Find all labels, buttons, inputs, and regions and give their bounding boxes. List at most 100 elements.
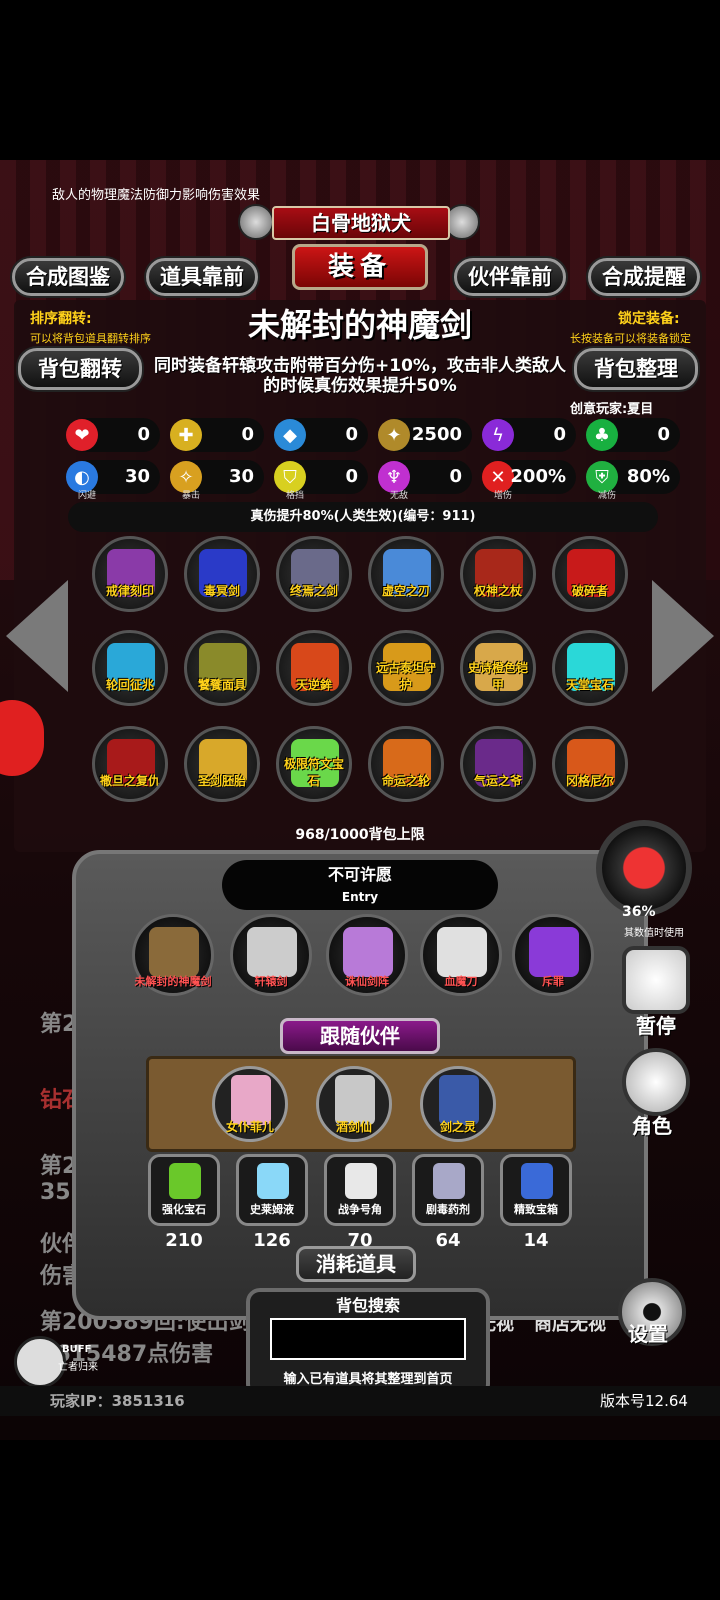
- buff-label: BUFF: [62, 1344, 92, 1355]
- skull-ornament-icon: [238, 204, 274, 240]
- bag-item-slot[interactable]: 气运之爷: [460, 726, 536, 802]
- item-label: 命运之轮: [381, 774, 430, 788]
- bag-item-slot[interactable]: 天逆鉾: [276, 630, 352, 706]
- bag-item-slot[interactable]: 命运之轮: [368, 726, 444, 802]
- partner-slot[interactable]: 剑之灵: [420, 1066, 496, 1142]
- equipped-label: 未解封的神魔剑: [134, 975, 212, 988]
- clover-icon: ♣: [586, 419, 618, 451]
- heart-icon: ❤: [66, 419, 98, 451]
- partners-first-button[interactable]: 伙伴靠前: [454, 258, 566, 296]
- partner-label: 女仆菲儿: [225, 1120, 274, 1134]
- hint-text: 敌人的物理魔法防御力影响伤害效果: [52, 188, 261, 203]
- bag-flip-button[interactable]: 背包翻转: [18, 348, 142, 390]
- stat-value: 30: [228, 466, 254, 487]
- consumable-art-icon: [169, 1163, 201, 1199]
- equip-title-badge: 装备: [292, 244, 428, 290]
- consumable-slot[interactable]: 精致宝箱: [500, 1154, 572, 1226]
- close-button[interactable]: [596, 820, 692, 916]
- role-label[interactable]: 角色: [632, 1110, 672, 1139]
- stat-dodge: ◐ 30 闪避: [66, 460, 160, 501]
- wish-subtitle: Entry: [341, 890, 379, 904]
- consumable-art-icon: [433, 1163, 465, 1199]
- bag-item-slot[interactable]: 极限符文宝石: [276, 726, 352, 802]
- bag-item-slot[interactable]: 终焉之剑: [276, 536, 352, 612]
- lock-equip-subtitle: 长按装备可以将装备锁定: [570, 332, 691, 345]
- item-description: 同时装备轩辕攻击附带百分伤+10%，攻击非人类敌人的时候真伤效果提升50%: [154, 356, 566, 396]
- stat-value: 0: [657, 424, 670, 445]
- item-label: 极限符文宝石: [283, 757, 344, 788]
- bag-search-input[interactable]: [270, 1318, 466, 1360]
- equipped-item-slot[interactable]: 血魔刀: [420, 914, 502, 996]
- equipped-label: 斥罪: [542, 975, 564, 988]
- game-screen: 第2 钻石 第20 352 伙伴 伤害 第200589回:使出剑 4615487…: [0, 160, 720, 1440]
- consumable-label: 战争号角: [338, 1203, 382, 1216]
- bag-search-title: 背包搜索: [335, 1296, 400, 1315]
- wish-title: 不可许愿: [327, 865, 392, 884]
- equipped-art-icon: [343, 927, 393, 977]
- bag-item-slot[interactable]: 天堂宝石: [552, 630, 628, 706]
- bag-item-slot[interactable]: 冈格尼尔: [552, 726, 628, 802]
- partner-slot[interactable]: 女仆菲儿: [212, 1066, 288, 1142]
- version-label: 版本号12.64: [600, 1392, 688, 1410]
- stat-value: 0: [449, 466, 462, 487]
- dice-icon[interactable]: [622, 946, 690, 1014]
- stat-value: 0: [345, 424, 358, 445]
- stat-value: 0: [241, 424, 254, 445]
- partner-slot[interactable]: 酒剑仙: [316, 1066, 392, 1142]
- synthesis-guide-button[interactable]: 合成图鉴: [12, 258, 124, 296]
- bag-item-slot[interactable]: 破碎者: [552, 536, 628, 612]
- synthesis-reminder-button[interactable]: 合成提醒: [588, 258, 700, 296]
- armor-icon: ✚: [170, 419, 202, 451]
- equipped-item-slot[interactable]: 轩辕剑: [230, 914, 312, 996]
- item-label: 气运之爷: [473, 774, 522, 788]
- item-label: 权神之杖: [473, 584, 522, 598]
- prev-page-arrow-icon[interactable]: [6, 580, 68, 692]
- item-label: 天逆鉾: [295, 678, 332, 692]
- stat-clover: ♣ 0: [586, 418, 680, 452]
- helmet-icon: ◆: [274, 419, 306, 451]
- item-label: 虚空之刃: [381, 584, 430, 598]
- bag-item-slot[interactable]: 撒旦之复仇: [92, 726, 168, 802]
- bag-item-slot[interactable]: 权神之杖: [460, 536, 536, 612]
- settings-label[interactable]: 设置: [628, 1318, 668, 1347]
- item-name: 未解封的神魔剑: [247, 306, 472, 344]
- partner-label: 剑之灵: [439, 1120, 476, 1134]
- consumable-count: 64: [435, 1230, 461, 1251]
- bag-item-slot[interactable]: 毒冥剑: [184, 536, 260, 612]
- bag-item-slot[interactable]: 虚空之刃: [368, 536, 444, 612]
- item-label: 史诗橙色铠甲: [467, 661, 528, 692]
- items-first-button[interactable]: 道具靠前: [146, 258, 258, 296]
- stat-caption: 无敌: [389, 491, 408, 501]
- side-percent: 36%: [622, 904, 656, 920]
- pause-label[interactable]: 暂停: [636, 1010, 676, 1039]
- bag-item-slot[interactable]: 圣剑胚胎: [184, 726, 260, 802]
- bag-search-hint: 输入已有道具将其整理到首页: [283, 1372, 453, 1387]
- stat-sword: ✦ 2500: [378, 418, 472, 452]
- bag-item-slot[interactable]: 轮回征兆: [92, 630, 168, 706]
- bag-organize-button[interactable]: 背包整理: [574, 348, 698, 390]
- stat-value: 0: [553, 424, 566, 445]
- bag-item-slot[interactable]: 饕餮面具: [184, 630, 260, 706]
- consumable-slot[interactable]: 剧毒药剂: [412, 1154, 484, 1226]
- equipped-item-slot[interactable]: 诛仙剑阵: [326, 914, 408, 996]
- player-ip: 玩家IP：3851316: [50, 1392, 185, 1410]
- consumables-title: 消耗道具: [296, 1246, 416, 1282]
- bag-item-slot[interactable]: 远古泰坦守护: [368, 630, 444, 706]
- item-label: 撒旦之复仇: [99, 774, 160, 788]
- consumable-slot[interactable]: 史莱姆液: [236, 1154, 308, 1226]
- equipped-art-icon: [149, 927, 199, 977]
- stat-caption: 闪避: [77, 491, 96, 501]
- next-page-arrow-icon[interactable]: [652, 580, 714, 692]
- equipped-item-slot[interactable]: 未解封的神魔剑: [132, 914, 214, 996]
- equipped-item-slot[interactable]: 斥罪: [512, 914, 594, 996]
- bag-item-slot[interactable]: 戒律刻印: [92, 536, 168, 612]
- bag-item-slot[interactable]: 史诗橙色铠甲: [460, 630, 536, 706]
- stat-value: 2500: [411, 424, 462, 445]
- item-label: 天堂宝石: [565, 678, 614, 692]
- bag-search-box: 背包搜索 输入已有道具将其整理到首页: [246, 1288, 490, 1398]
- consumable-slot[interactable]: 战争号角: [324, 1154, 396, 1226]
- consumable-slot[interactable]: 强化宝石: [148, 1154, 220, 1226]
- stat-invincible: ♆ 0 无敌: [378, 460, 472, 501]
- consumable-art-icon: [345, 1163, 377, 1199]
- role-icon[interactable]: [622, 1048, 690, 1116]
